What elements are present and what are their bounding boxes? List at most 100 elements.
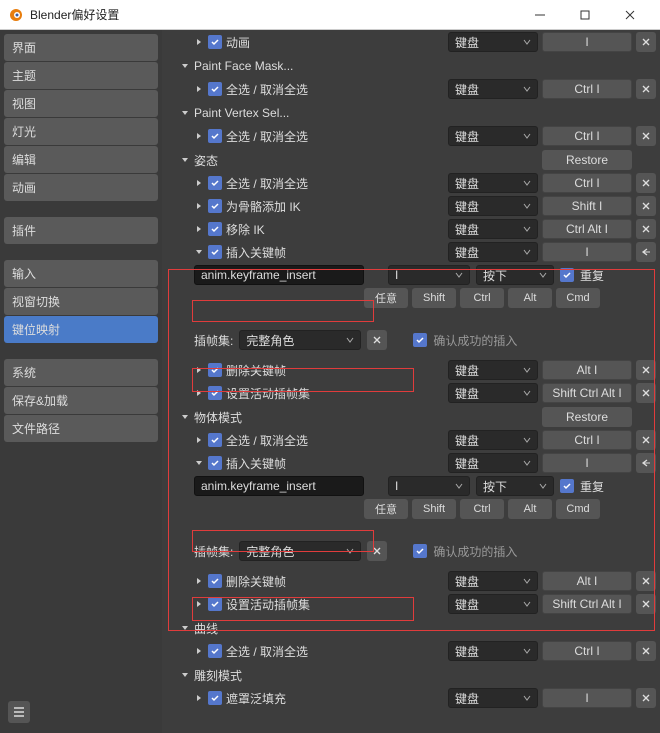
checkbox-checked[interactable] (208, 644, 222, 658)
mod-alt[interactable]: Alt (508, 499, 552, 519)
dropdown[interactable]: 键盘 (448, 383, 538, 403)
dropdown[interactable]: I (388, 265, 470, 285)
disclosure-closed-icon[interactable] (194, 599, 204, 609)
dropdown[interactable]: 按下 (476, 265, 554, 285)
disclosure-closed-icon[interactable] (194, 693, 204, 703)
dropdown[interactable]: 键盘 (448, 571, 538, 591)
checkbox-checked[interactable] (413, 333, 427, 347)
delete-button[interactable] (636, 594, 656, 614)
checkbox-checked[interactable] (560, 268, 574, 282)
sidebar-item[interactable]: 保存&加载 (4, 387, 158, 414)
shortcut-button[interactable]: Shift I (542, 196, 632, 216)
dropdown[interactable]: 键盘 (448, 641, 538, 661)
back-button[interactable] (636, 242, 656, 262)
mod-ctrl[interactable]: Ctrl (460, 288, 504, 308)
delete-button[interactable] (636, 641, 656, 661)
disclosure-closed-icon[interactable] (194, 131, 204, 141)
dropdown[interactable]: 键盘 (448, 126, 538, 146)
dropdown[interactable]: 键盘 (448, 360, 538, 380)
dropdown[interactable]: 键盘 (448, 688, 538, 708)
shortcut-button[interactable]: Ctrl Alt I (542, 219, 632, 239)
disclosure-open-icon[interactable] (180, 412, 190, 422)
delete-button[interactable] (636, 79, 656, 99)
shortcut-button[interactable]: Ctrl I (542, 126, 632, 146)
checkbox-checked[interactable] (208, 456, 222, 470)
shortcut-button[interactable]: Ctrl I (542, 173, 632, 193)
sidebar-item[interactable]: 动画 (4, 174, 158, 201)
checkbox-checked[interactable] (208, 363, 222, 377)
clear-button[interactable] (367, 541, 387, 561)
dropdown[interactable]: 键盘 (448, 594, 538, 614)
dropdown[interactable]: 完整角色 (239, 541, 361, 561)
dropdown[interactable]: 键盘 (448, 430, 538, 450)
mod-shift[interactable]: Shift (412, 288, 456, 308)
checkbox-checked[interactable] (560, 479, 574, 493)
delete-button[interactable] (636, 383, 656, 403)
shortcut-button[interactable]: Shift Ctrl Alt I (542, 594, 632, 614)
dropdown[interactable]: I (388, 476, 470, 496)
mod-any[interactable]: 任意 (364, 288, 408, 308)
delete-button[interactable] (636, 360, 656, 380)
minimize-button[interactable] (517, 0, 562, 30)
dropdown[interactable]: 键盘 (448, 242, 538, 262)
disclosure-closed-icon[interactable] (194, 646, 204, 656)
disclosure-open-icon[interactable] (180, 108, 190, 118)
checkbox-checked[interactable] (208, 386, 222, 400)
delete-button[interactable] (636, 688, 656, 708)
sidebar-item[interactable]: 视窗切换 (4, 288, 158, 315)
disclosure-closed-icon[interactable] (194, 365, 204, 375)
disclosure-open-icon[interactable] (194, 247, 204, 257)
maximize-button[interactable] (562, 0, 607, 30)
delete-button[interactable] (636, 126, 656, 146)
sidebar-item[interactable]: 输入 (4, 260, 158, 287)
checkbox-checked[interactable] (208, 35, 222, 49)
mod-ctrl[interactable]: Ctrl (460, 499, 504, 519)
sidebar-item[interactable]: 主题 (4, 62, 158, 89)
shortcut-button[interactable]: Ctrl I (542, 641, 632, 661)
disclosure-open-icon[interactable] (180, 61, 190, 71)
disclosure-open-icon[interactable] (180, 155, 190, 165)
disclosure-closed-icon[interactable] (194, 37, 204, 47)
dropdown[interactable]: 键盘 (448, 196, 538, 216)
checkbox-checked[interactable] (208, 245, 222, 259)
disclosure-open-icon[interactable] (194, 458, 204, 468)
mod-cmd[interactable]: Cmd (556, 288, 600, 308)
delete-button[interactable] (636, 430, 656, 450)
sidebar-item[interactable]: 系统 (4, 359, 158, 386)
close-button[interactable] (607, 0, 652, 30)
sidebar-item[interactable]: 灯光 (4, 118, 158, 145)
sidebar-item[interactable]: 键位映射 (4, 316, 158, 343)
shortcut-button[interactable]: I (542, 32, 632, 52)
checkbox-checked[interactable] (208, 691, 222, 705)
disclosure-closed-icon[interactable] (194, 388, 204, 398)
delete-button[interactable] (636, 32, 656, 52)
mod-any[interactable]: 任意 (364, 499, 408, 519)
checkbox-checked[interactable] (208, 597, 222, 611)
restore-button[interactable]: Restore (542, 407, 632, 427)
delete-button[interactable] (636, 196, 656, 216)
shortcut-button[interactable]: Alt I (542, 571, 632, 591)
shortcut-button[interactable]: Shift Ctrl Alt I (542, 383, 632, 403)
disclosure-closed-icon[interactable] (194, 201, 204, 211)
disclosure-closed-icon[interactable] (194, 224, 204, 234)
disclosure-closed-icon[interactable] (194, 435, 204, 445)
dropdown[interactable]: 完整角色 (239, 330, 361, 350)
restore-button[interactable]: Restore (542, 150, 632, 170)
disclosure-closed-icon[interactable] (194, 178, 204, 188)
delete-button[interactable] (636, 219, 656, 239)
shortcut-button[interactable]: Alt I (542, 360, 632, 380)
sidebar-item[interactable]: 插件 (4, 217, 158, 244)
delete-button[interactable] (636, 571, 656, 591)
shortcut-button[interactable]: Ctrl I (542, 430, 632, 450)
back-button[interactable] (636, 453, 656, 473)
sidebar-item[interactable]: 视图 (4, 90, 158, 117)
checkbox-checked[interactable] (208, 433, 222, 447)
checkbox-checked[interactable] (208, 176, 222, 190)
sidebar-item[interactable]: 文件路径 (4, 415, 158, 442)
checkbox-checked[interactable] (413, 544, 427, 558)
checkbox-checked[interactable] (208, 129, 222, 143)
checkbox-checked[interactable] (208, 222, 222, 236)
dropdown[interactable]: 键盘 (448, 219, 538, 239)
shortcut-button[interactable]: Ctrl I (542, 79, 632, 99)
dropdown[interactable]: 键盘 (448, 173, 538, 193)
